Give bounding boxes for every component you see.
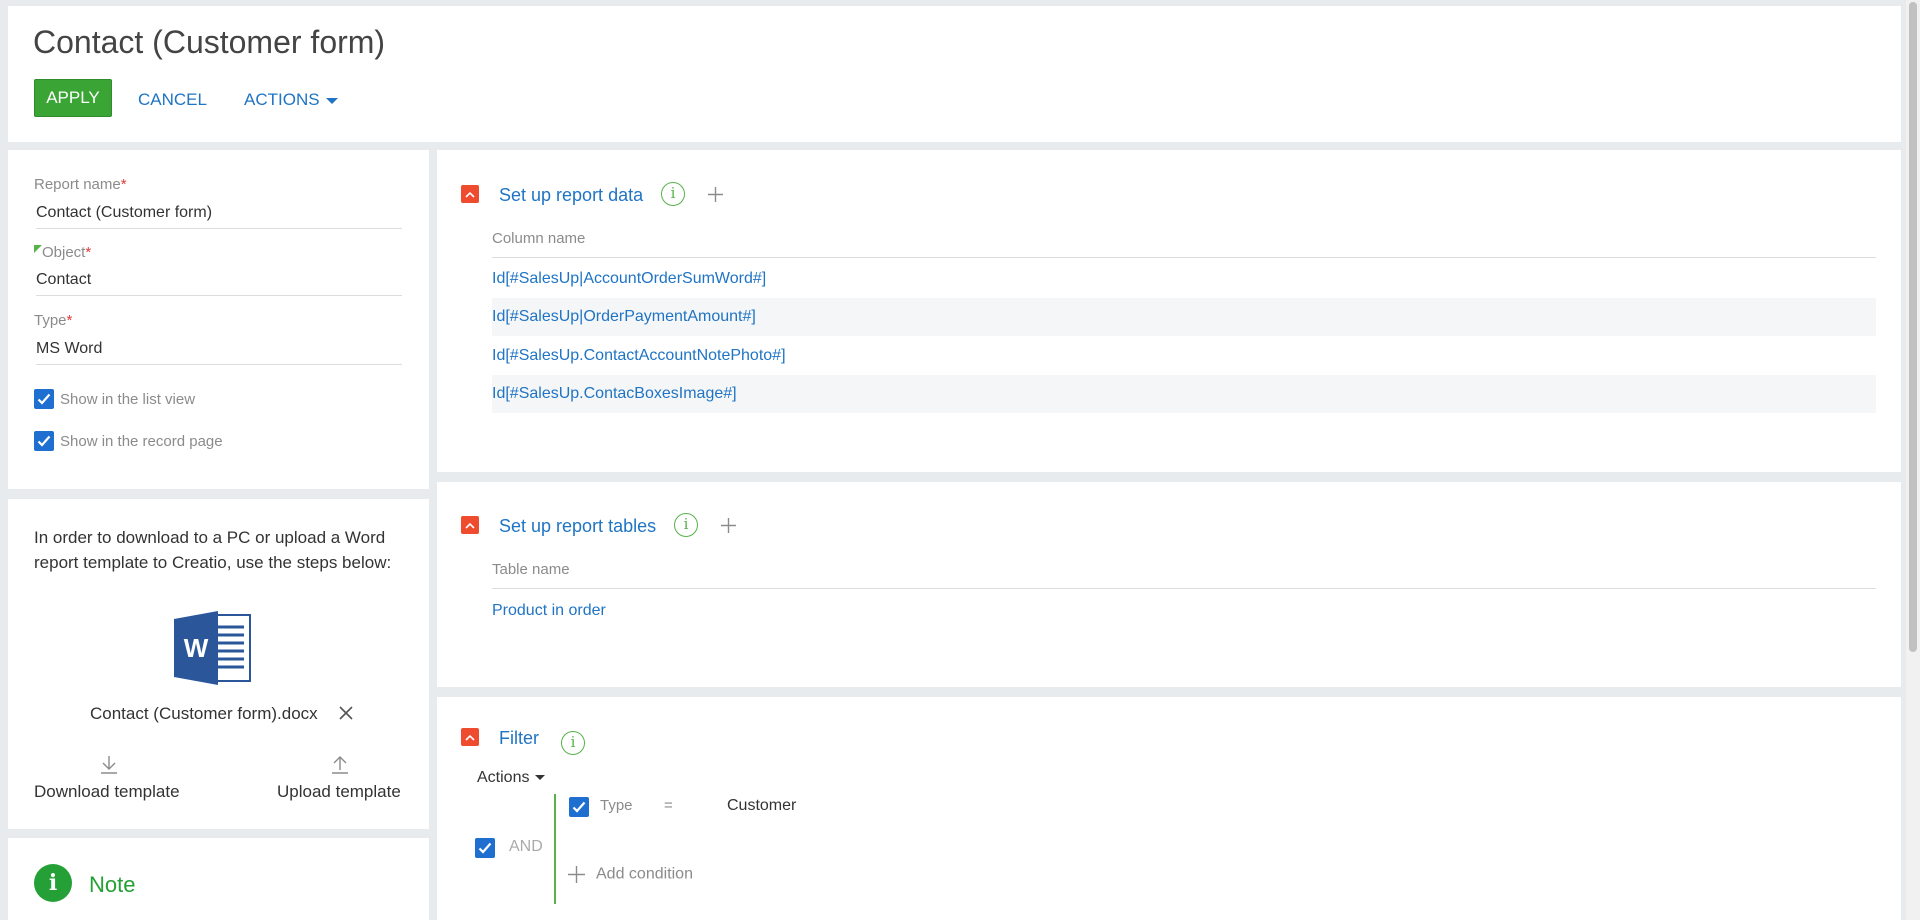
report-name-label: Report name*: [34, 176, 127, 193]
filter-actions-label: Actions: [477, 769, 530, 786]
type-field[interactable]: MS Word: [36, 340, 402, 365]
type-label-text: Type: [34, 312, 67, 329]
info-icon[interactable]: i: [561, 731, 585, 755]
page-title: Contact (Customer form): [33, 24, 386, 60]
chevron-up-icon: [465, 734, 475, 741]
show-in-list-view-label: Show in the list view: [60, 391, 196, 408]
section-title[interactable]: Set up report tables: [499, 516, 656, 537]
chevron-up-icon: [465, 191, 475, 198]
object-label: Object*: [42, 244, 91, 261]
add-condition-label: Add condition: [596, 865, 693, 883]
condition-field[interactable]: Type: [600, 797, 633, 814]
word-template-panel: In order to download to a PC or upload a…: [8, 499, 429, 829]
object-label-text: Object: [42, 244, 86, 261]
required-mark: *: [85, 244, 92, 261]
scrollbar-thumb[interactable]: [1909, 2, 1917, 652]
upload-template-button[interactable]: Upload template: [277, 782, 401, 802]
download-icon[interactable]: [100, 755, 118, 775]
note-panel: i Note: [8, 838, 429, 920]
table-row[interactable]: Id[#SalesUp.ContacBoxesImage#]: [492, 375, 1876, 413]
close-icon[interactable]: [338, 705, 354, 721]
collapse-button[interactable]: [461, 728, 479, 746]
actions-menu-label: ACTIONS: [244, 90, 320, 109]
caret-down-icon: [325, 97, 338, 104]
collapse-button[interactable]: [461, 516, 479, 534]
filter-group-line: [554, 794, 556, 904]
condition-checkbox[interactable]: [569, 797, 589, 817]
info-icon[interactable]: i: [674, 513, 698, 537]
report-name-field[interactable]: Contact (Customer form): [36, 204, 402, 229]
template-file-name: Contact (Customer form).docx: [90, 704, 318, 723]
condition-operator[interactable]: =: [664, 797, 673, 814]
report-properties-panel: Report name* Contact (Customer form) Obj…: [8, 150, 429, 489]
collapse-button[interactable]: [461, 185, 479, 203]
checkmark-icon: [37, 393, 51, 405]
download-template-button[interactable]: Download template: [34, 782, 180, 802]
table-row[interactable]: Id[#SalesUp|AccountOrderSumWord#]: [492, 260, 1876, 298]
table-row[interactable]: Id[#SalesUp.ContactAccountNotePhoto#]: [492, 337, 1876, 375]
plus-icon: [568, 866, 585, 883]
section-title[interactable]: Filter: [499, 728, 539, 749]
page-header: Contact (Customer form) APPLY CANCEL ACT…: [8, 6, 1901, 142]
apply-button[interactable]: APPLY: [34, 79, 112, 117]
plus-icon[interactable]: [707, 186, 724, 203]
info-icon: i: [34, 864, 72, 902]
note-title: Note: [89, 872, 136, 897]
report-tables-section: Set up report tables i Table name Produc…: [437, 482, 1901, 687]
group-select-checkbox[interactable]: [475, 838, 495, 858]
filter-section: Filter i Actions AND Type = Customer Add…: [437, 697, 1901, 920]
plus-icon[interactable]: [720, 517, 737, 534]
condition-value[interactable]: Customer: [727, 797, 796, 815]
required-mark: *: [120, 176, 127, 193]
report-name-label-text: Report name: [34, 176, 121, 193]
svg-text:W: W: [184, 633, 209, 663]
chevron-up-icon: [465, 522, 475, 529]
column-header: Column name: [492, 230, 1876, 258]
required-mark: *: [66, 312, 73, 329]
actions-menu-button[interactable]: ACTIONS: [244, 90, 338, 110]
checkmark-icon: [37, 435, 51, 447]
table-row[interactable]: Product in order: [492, 592, 1876, 630]
group-operator[interactable]: AND: [509, 838, 543, 856]
checkmark-icon: [572, 801, 586, 813]
show-in-list-view-checkbox[interactable]: [34, 389, 54, 409]
show-in-record-page-label: Show in the record page: [60, 433, 223, 450]
type-label: Type*: [34, 312, 72, 329]
caret-down-icon: [535, 775, 546, 781]
checkmark-icon: [478, 842, 492, 854]
word-file-icon: W: [174, 611, 251, 685]
table-row[interactable]: Id[#SalesUp|OrderPaymentAmount#]: [492, 298, 1876, 336]
object-field[interactable]: Contact: [36, 271, 402, 296]
report-data-section: Set up report data i Column name Id[#Sal…: [437, 150, 1901, 472]
info-icon[interactable]: i: [661, 182, 685, 206]
template-instructions: In order to download to a PC or upload a…: [34, 528, 392, 572]
section-title[interactable]: Set up report data: [499, 185, 643, 206]
modified-marker: [34, 245, 42, 253]
column-header: Table name: [492, 561, 1876, 589]
show-in-record-page-checkbox[interactable]: [34, 431, 54, 451]
upload-icon[interactable]: [331, 755, 349, 775]
cancel-button[interactable]: CANCEL: [138, 90, 207, 110]
filter-actions-menu[interactable]: Actions: [477, 769, 546, 787]
add-condition-button[interactable]: Add condition: [567, 865, 693, 884]
